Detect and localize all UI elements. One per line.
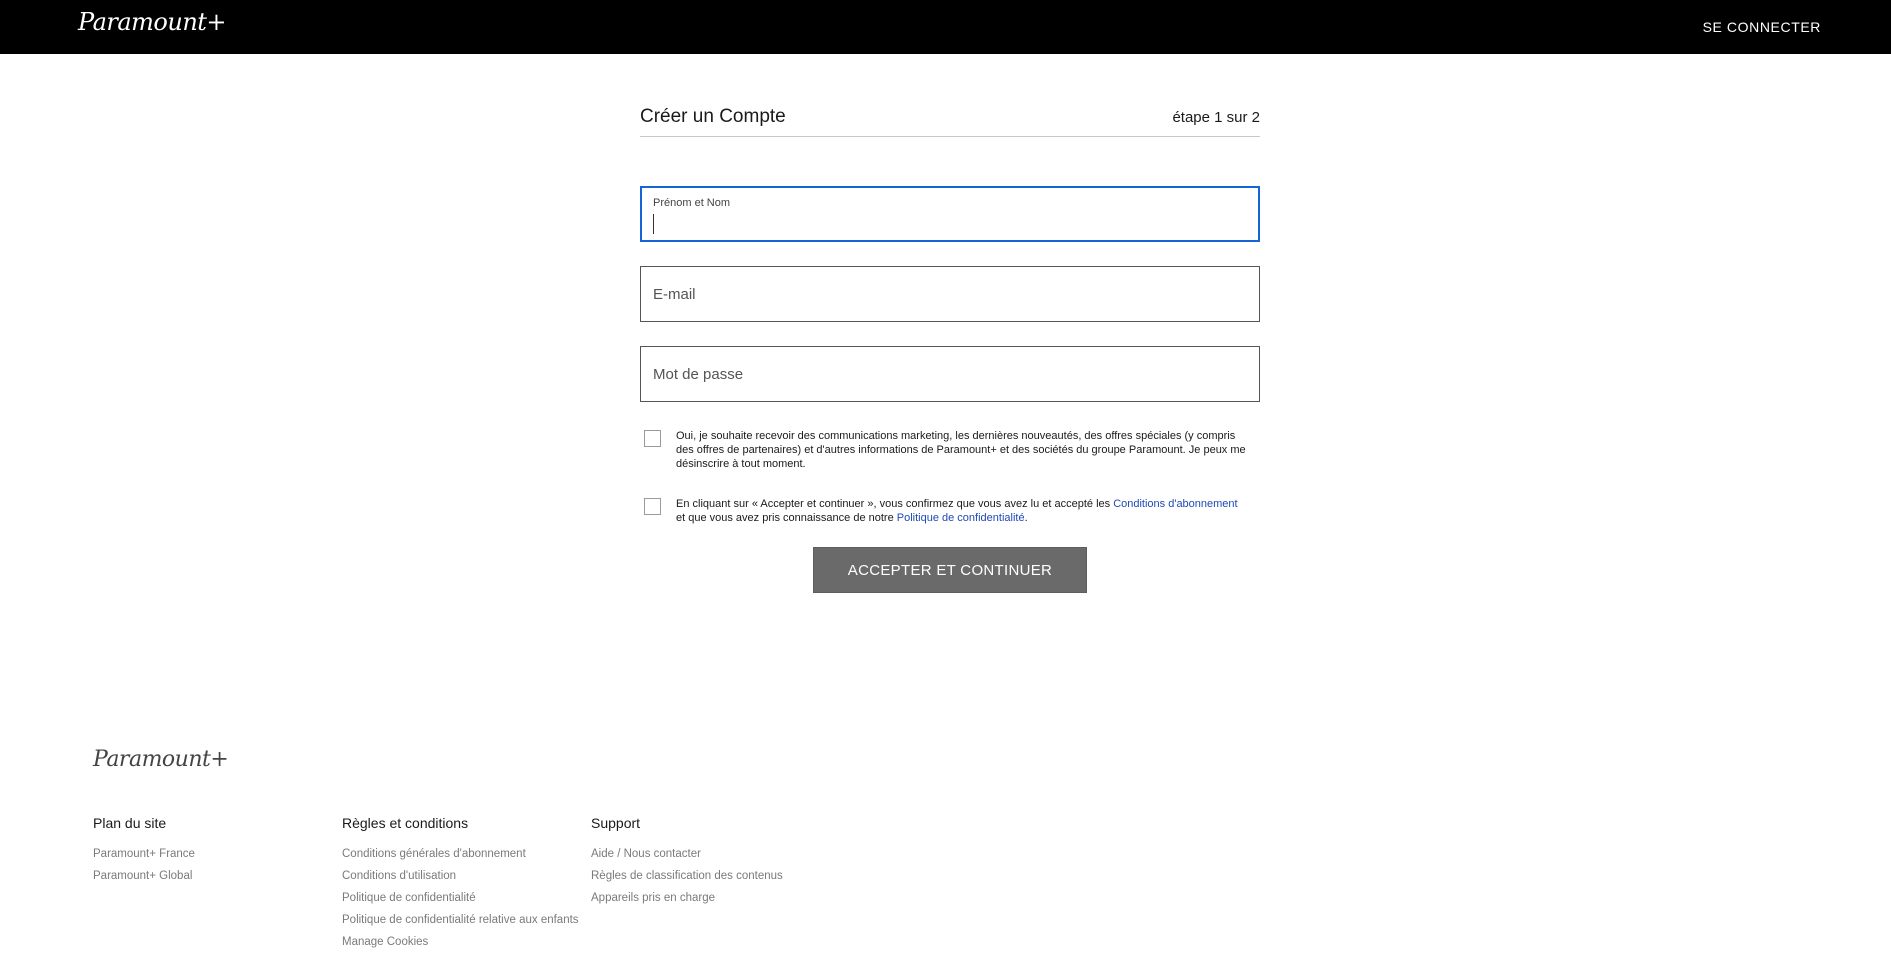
- footer-column-sitemap: Plan du site Paramount+ France Paramount…: [93, 815, 195, 887]
- step-indicator: étape 1 sur 2: [1172, 109, 1260, 126]
- terms-consent-text: En cliquant sur « Accepter et continuer …: [676, 497, 1246, 525]
- terms-consent-checkbox[interactable]: [644, 498, 661, 515]
- footer-link-terms-of-use[interactable]: Conditions d'utilisation: [342, 865, 579, 887]
- terms-text-part-2: et que vous avez pris connaissance de no…: [676, 512, 897, 524]
- footer-column-heading: Plan du site: [93, 815, 167, 831]
- footer-link-content-ratings[interactable]: Règles de classification des contenus: [591, 865, 783, 887]
- footer-paramount-plus-logo[interactable]: Paramount+: [93, 747, 229, 772]
- footer-link-paramount-france[interactable]: Paramount+ France: [93, 843, 195, 865]
- privacy-policy-link[interactable]: Politique de confidentialité: [897, 512, 1025, 524]
- create-account-form: Créer un Compte étape 1 sur 2 Prénom et …: [640, 100, 1260, 593]
- name-field-label: Prénom et Nom: [653, 197, 731, 209]
- password-input[interactable]: [641, 347, 1259, 401]
- terms-text-part-3: .: [1024, 512, 1028, 524]
- footer-column-support: Support Aide / Nous contacter Règles de …: [591, 815, 783, 909]
- footer-column-heading: Support: [591, 815, 641, 831]
- footer-link-supported-devices[interactable]: Appareils pris en charge: [591, 887, 783, 909]
- password-field[interactable]: [640, 346, 1260, 402]
- footer-link-paramount-global[interactable]: Paramount+ Global: [93, 865, 195, 887]
- accept-and-continue-button[interactable]: ACCEPTER ET CONTINUER: [813, 547, 1087, 593]
- name-field[interactable]: Prénom et Nom: [640, 186, 1260, 242]
- paramount-plus-logo[interactable]: Paramount+: [78, 8, 227, 36]
- email-input[interactable]: [641, 267, 1259, 321]
- footer-link-children-privacy-policy[interactable]: Politique de confidentialité relative au…: [342, 909, 579, 931]
- footer-link-manage-cookies[interactable]: Manage Cookies: [342, 931, 579, 953]
- footer-column-rules: Règles et conditions Conditions générale…: [342, 815, 579, 953]
- top-navigation-bar: Paramount+ SE CONNECTER: [0, 0, 1891, 54]
- form-header: Créer un Compte étape 1 sur 2: [640, 100, 1260, 137]
- terms-text-part-1: En cliquant sur « Accepter et continuer …: [676, 498, 1114, 510]
- page-title: Créer un Compte: [640, 106, 786, 127]
- marketing-consent-checkbox[interactable]: [644, 430, 661, 447]
- text-cursor: [653, 214, 654, 234]
- footer-link-privacy-policy[interactable]: Politique de confidentialité: [342, 887, 579, 909]
- subscription-terms-link[interactable]: Conditions d'abonnement: [1113, 498, 1237, 510]
- footer-link-help-contact[interactable]: Aide / Nous contacter: [591, 843, 783, 865]
- footer-column-heading: Règles et conditions: [342, 815, 469, 831]
- marketing-consent-text: Oui, je souhaite recevoir des communicat…: [676, 430, 1246, 470]
- email-field[interactable]: [640, 266, 1260, 322]
- sign-in-link[interactable]: SE CONNECTER: [1703, 19, 1821, 35]
- footer-link-subscription-terms[interactable]: Conditions générales d'abonnement: [342, 843, 579, 865]
